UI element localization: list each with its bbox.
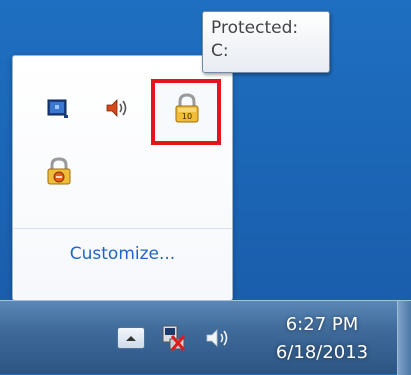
tooltip-line-2: C: bbox=[211, 41, 229, 61]
notification-overflow-panel: 10 Customize... bbox=[12, 55, 233, 301]
protected-tooltip: Protected: C: bbox=[202, 11, 330, 73]
popup-divider bbox=[13, 228, 232, 229]
padlock-shield-icon[interactable] bbox=[45, 156, 73, 188]
clock-date: 6/18/2013 bbox=[275, 342, 369, 363]
show-desktop-button[interactable] bbox=[397, 301, 411, 375]
network-adapter-icon[interactable] bbox=[45, 95, 71, 121]
customize-link[interactable]: Customize... bbox=[13, 244, 232, 264]
taskbar-clock[interactable]: 6:27 PM 6/18/2013 bbox=[262, 311, 382, 367]
padlock-number: 10 bbox=[182, 112, 192, 121]
taskbar-volume-icon[interactable] bbox=[203, 323, 233, 353]
tooltip-line-1: Protected: bbox=[211, 18, 299, 38]
clock-time: 6:27 PM bbox=[285, 314, 359, 335]
volume-icon[interactable] bbox=[103, 95, 129, 121]
chevron-up-icon bbox=[126, 336, 136, 341]
padlock-10-icon[interactable]: 10 bbox=[172, 92, 202, 126]
taskbar: 6:27 PM 6/18/2013 bbox=[0, 300, 411, 375]
show-hidden-icons-button[interactable] bbox=[117, 327, 145, 349]
network-disconnected-icon[interactable] bbox=[158, 323, 188, 353]
